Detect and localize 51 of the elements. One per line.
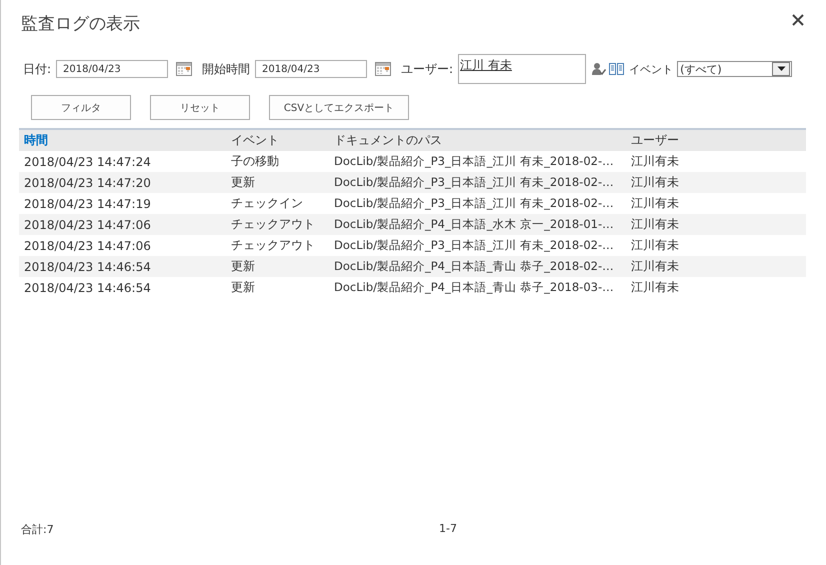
path-column-header[interactable]: ドキュメントのパス	[329, 129, 626, 151]
time-cell: 2018/04/23 14:47:06	[19, 235, 226, 256]
filter-button[interactable]: フィルタ	[31, 95, 131, 120]
time-cell: 2018/04/23 14:47:06	[19, 214, 226, 235]
calendar-icon[interactable]	[375, 62, 392, 76]
close-icon[interactable]	[792, 14, 804, 26]
time-cell: 2018/04/23 14:47:19	[19, 193, 226, 214]
event-cell: チェックイン	[226, 193, 329, 214]
user-cell: 江川有未	[626, 172, 806, 193]
start-time-label: 開始時間	[202, 60, 250, 78]
event-cell: チェックアウト	[226, 235, 329, 256]
event-cell: 更新	[226, 256, 329, 277]
start-time-field[interactable]: 2018/04/23	[255, 60, 368, 78]
event-cell: チェックアウト	[226, 214, 329, 235]
time-cell: 2018/04/23 14:46:54	[19, 277, 226, 298]
user-cell: 江川有未	[626, 277, 806, 298]
date-field[interactable]: 2018/04/23	[56, 60, 168, 78]
event-cell: 更新	[226, 277, 329, 298]
user-cell: 江川有未	[626, 151, 806, 172]
user-label: ユーザー:	[401, 60, 454, 78]
user-cell: 江川有未	[626, 193, 806, 214]
event-cell: 更新	[226, 172, 329, 193]
path-cell: DocLib/製品紹介_P3_日本語_江川 有未_2018-02-…	[329, 193, 626, 214]
user-cell: 江川有未	[626, 235, 806, 256]
path-cell: DocLib/製品紹介_P3_日本語_江川 有未_2018-02-…	[329, 235, 626, 256]
page-range: 1-7	[439, 522, 457, 537]
path-cell: DocLib/製品紹介_P3_日本語_江川 有未_2018-02-…	[329, 151, 626, 172]
person-check-icon[interactable]	[592, 62, 606, 76]
event-dropdown[interactable]: (すべて)	[677, 61, 792, 77]
path-cell: DocLib/製品紹介_P4_日本語_水木 京一_2018-01-…	[329, 214, 626, 235]
path-cell: DocLib/製品紹介_P3_日本語_江川 有未_2018-02-…	[329, 172, 626, 193]
time-cell: 2018/04/23 14:47:20	[19, 172, 226, 193]
event-column-header[interactable]: イベント	[226, 129, 329, 151]
event-label: イベント	[629, 62, 674, 76]
reset-button[interactable]: リセット	[150, 95, 250, 120]
time-column-header[interactable]: 時間	[19, 129, 226, 151]
user-cell: 江川有未	[626, 256, 806, 277]
user-column-header[interactable]: ユーザー	[626, 129, 806, 151]
time-cell: 2018/04/23 14:46:54	[19, 256, 226, 277]
user-cell: 江川有未	[626, 214, 806, 235]
user-field[interactable]: 江川 有未	[458, 54, 586, 84]
path-cell: DocLib/製品紹介_P4_日本語_青山 恭子_2018-02-…	[329, 256, 626, 277]
event-cell: 子の移動	[226, 151, 329, 172]
calendar-icon[interactable]	[176, 62, 192, 76]
date-label: 日付:	[23, 60, 52, 78]
export-csv-button[interactable]: CSVとしてエクスポート	[269, 95, 409, 120]
time-cell: 2018/04/23 14:47:24	[19, 151, 226, 172]
total-count: 合計:7	[21, 522, 55, 537]
path-cell: DocLib/製品紹介_P4_日本語_青山 恭子_2018-03-…	[329, 277, 626, 298]
dialog-title: 監査ログの表示	[20, 12, 140, 34]
book-icon[interactable]	[609, 62, 624, 76]
